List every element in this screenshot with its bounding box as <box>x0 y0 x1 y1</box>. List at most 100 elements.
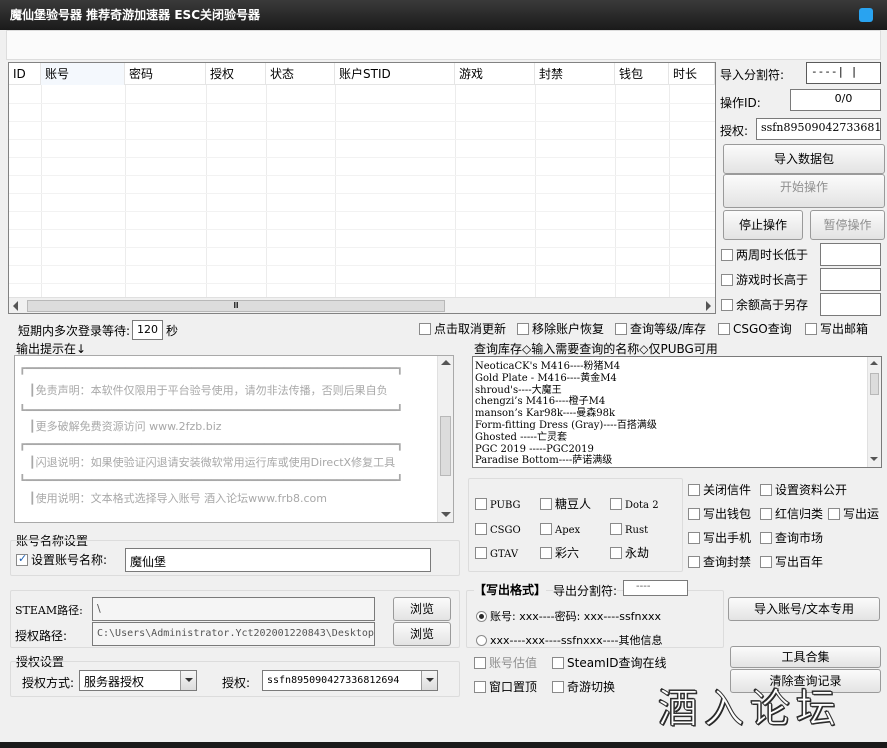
col-ban[interactable]: 封禁 <box>535 63 615 85</box>
write-out-check[interactable]: 写出运 <box>828 507 879 521</box>
table-hscrollbar[interactable]: Ⅲ <box>9 297 715 313</box>
write-wallet-check[interactable]: 写出钱包 <box>688 507 751 521</box>
checkbox-icon[interactable] <box>688 508 700 520</box>
scroll-up-icon[interactable] <box>870 361 878 365</box>
checkbox-icon[interactable] <box>688 556 700 568</box>
checkbox-icon[interactable] <box>419 323 431 335</box>
auth-key-select[interactable]: ssfn8950904273368126​94 <box>262 670 438 691</box>
log-vscrollbar[interactable] <box>437 356 453 522</box>
checkbox-icon[interactable] <box>540 498 552 510</box>
checkbox-icon[interactable] <box>615 323 627 335</box>
scroll-left-icon[interactable] <box>13 301 18 311</box>
checkbox-icon[interactable] <box>540 523 552 535</box>
format-option-1[interactable]: 账号: xxx----密码: xxx----ssfnxxx <box>476 608 661 624</box>
checkbox-icon[interactable] <box>805 323 817 335</box>
checkbox-icon[interactable] <box>610 523 622 535</box>
checkbox-icon[interactable] <box>688 532 700 544</box>
col-game[interactable]: 游戏 <box>455 63 535 85</box>
pause-operation-button[interactable]: 暂停操作 <box>810 210 885 240</box>
toolbox-button[interactable]: 工具合集 <box>730 646 881 668</box>
auth-input[interactable]: ssfn8950904273368126 <box>756 118 881 140</box>
query-ban-check[interactable]: 查询封禁 <box>688 555 751 569</box>
profile-public-check[interactable]: 设置资料公开 <box>760 483 847 497</box>
checkbox-icon[interactable] <box>721 299 733 311</box>
two-week-input[interactable] <box>820 243 881 266</box>
checkbox-icon[interactable] <box>721 249 733 261</box>
inventory-scroll-thumb[interactable] <box>870 373 879 395</box>
scroll-up-icon[interactable] <box>441 360 451 365</box>
close-mail-check[interactable]: 关闭信件 <box>688 483 751 497</box>
checkbox-icon[interactable] <box>760 556 772 568</box>
checkbox-icon[interactable] <box>688 484 700 496</box>
account-table[interactable]: ID 账号 密码 授权 状态 账户STID 游戏 封禁 钱包 时长 Ⅲ <box>8 62 716 314</box>
query-market-check[interactable]: 查询市场 <box>760 531 823 545</box>
auth-browse-button[interactable]: 浏览 <box>393 622 451 646</box>
query-level-check[interactable]: 查询等级/库存 <box>615 322 706 336</box>
checkbox-icon[interactable] <box>760 532 772 544</box>
checkbox-icon[interactable] <box>760 484 772 496</box>
steam-browse-button[interactable]: 浏览 <box>393 597 451 621</box>
checkbox-icon[interactable] <box>475 547 487 559</box>
log-scroll-thumb[interactable] <box>440 416 451 476</box>
checkbox-icon[interactable] <box>721 274 733 286</box>
chevron-down-icon[interactable] <box>421 671 437 690</box>
export-sep-input[interactable]: ---- <box>623 580 688 596</box>
game-dota2-check[interactable]: Dota 2 <box>610 497 659 513</box>
checkbox-icon[interactable] <box>610 547 622 559</box>
game-time-check[interactable]: 游戏时长高于 <box>721 273 808 287</box>
checkbox-icon[interactable] <box>474 681 486 693</box>
cancel-update-check[interactable]: 点击取消更新 <box>419 322 506 336</box>
inventory-vscrollbar[interactable] <box>867 357 881 467</box>
csgo-query-check[interactable]: CSGO查询 <box>718 322 792 336</box>
auth-method-select[interactable]: 服务器授权 <box>79 670 197 691</box>
scroll-down-icon[interactable] <box>441 512 451 517</box>
checkbox-icon[interactable] <box>517 323 529 335</box>
inventory-list[interactable]: NeoticaCK's M416----粉猪M4 Gold Plate - M4… <box>472 356 882 468</box>
qiyou-switch-check[interactable]: 奇游切换 <box>552 680 615 694</box>
col-wallet[interactable]: 钱包 <box>615 63 669 85</box>
radio-icon[interactable] <box>476 635 487 646</box>
balance-check[interactable]: 余额高于另存 <box>721 298 808 312</box>
write-phone-check[interactable]: 写出手机 <box>688 531 751 545</box>
checkbox-icon[interactable] <box>718 323 730 335</box>
col-account[interactable]: 账号 <box>41 63 125 85</box>
checkbox-checked-icon[interactable]: ✓ <box>16 552 28 566</box>
checkbox-icon[interactable] <box>475 498 487 510</box>
col-stid[interactable]: 账户STID <box>335 63 455 85</box>
import-account-text-button[interactable]: 导入账号/文本专用 <box>728 597 880 621</box>
stop-operation-button[interactable]: 停止操作 <box>723 210 803 240</box>
hscroll-thumb[interactable]: Ⅲ <box>27 300 445 312</box>
remove-restore-check[interactable]: 移除账户恢复 <box>517 322 604 336</box>
game-csgo-check[interactable]: CSGO <box>475 522 521 538</box>
two-week-check[interactable]: 两周时长低于 <box>721 248 808 262</box>
scroll-down-icon[interactable] <box>870 457 878 461</box>
write-hundred-check[interactable]: 写出百年 <box>760 555 823 569</box>
write-mailbox-check[interactable]: 写出邮箱 <box>805 322 868 336</box>
account-name-input[interactable]: 魔仙堡 <box>125 548 431 572</box>
checkbox-icon[interactable] <box>540 547 552 559</box>
skin-icon[interactable] <box>859 8 873 22</box>
red-letter-check[interactable]: 红信归类 <box>760 507 823 521</box>
game-gtav-check[interactable]: GTAV <box>475 546 518 562</box>
col-status[interactable]: 状态 <box>266 63 335 85</box>
output-log[interactable]: ┏━━━━━━━━━━━━━━━━━━━━━━━━━━━━━━━━━━━━━━━… <box>14 355 454 523</box>
game-r6-check[interactable]: 彩六 <box>540 546 579 560</box>
col-id[interactable]: ID <box>9 63 41 85</box>
import-sep-input[interactable]: ----| | <box>806 62 881 84</box>
chevron-down-icon[interactable] <box>180 671 196 690</box>
col-duration[interactable]: 时长 <box>669 63 715 85</box>
checkbox-icon[interactable] <box>475 523 487 535</box>
checkbox-icon[interactable] <box>760 508 772 520</box>
game-time-input[interactable] <box>820 268 881 291</box>
import-data-button[interactable]: 导入数据包 <box>723 144 885 174</box>
col-password[interactable]: 密码 <box>125 63 206 85</box>
steamid-online-check[interactable]: SteamID查询在线 <box>552 656 667 670</box>
balance-input[interactable] <box>820 293 881 316</box>
radio-selected-icon[interactable] <box>476 611 487 622</box>
checkbox-icon[interactable] <box>610 498 622 510</box>
checkbox-icon[interactable] <box>474 657 486 669</box>
format-option-2[interactable]: xxx----xxx----ssfnxxx----其他信息 <box>476 632 663 648</box>
checkbox-icon[interactable] <box>552 681 564 693</box>
set-account-name-check[interactable]: ✓ 设置账号名称: <box>16 552 107 567</box>
game-pubg-check[interactable]: PUBG <box>475 497 521 513</box>
